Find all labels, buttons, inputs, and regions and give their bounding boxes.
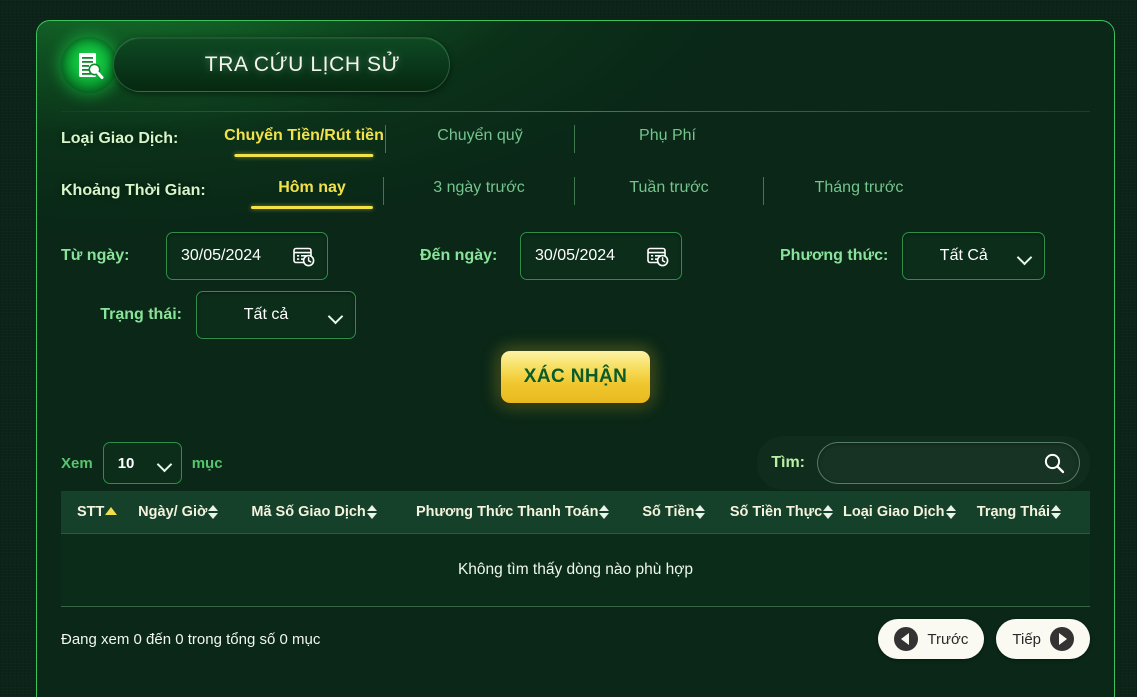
tab-chuyen-tien-rut-tien[interactable]: Chuyển Tiền/Rút tiền xyxy=(223,124,385,154)
col-so-tien-thuc[interactable]: Số Tiền Thực xyxy=(730,491,843,534)
col-ma-so-giao-dich-label: Mã Số Giao Dịch xyxy=(251,504,365,520)
sort-both-icon xyxy=(823,504,834,520)
transaction-type-row: Loại Giao Dịch: Chuyển Tiền/Rút tiền Chu… xyxy=(61,113,1090,165)
panel-header: TRA CỨU LỊCH SỬ xyxy=(37,21,1114,113)
page-length-suffix: mục xyxy=(192,455,223,472)
col-so-tien-label: Số Tiền xyxy=(642,504,694,520)
page-length-select[interactable]: 10 xyxy=(103,442,182,484)
search-control: Tìm: xyxy=(757,436,1090,490)
time-range-row: Khoảng Thời Gian: Hôm nay 3 ngày trước T… xyxy=(61,165,1090,217)
table-body: Không tìm thấy dòng nào phù hợp xyxy=(61,534,1090,607)
sort-both-icon xyxy=(367,504,378,520)
sort-both-icon xyxy=(1051,504,1062,520)
status-select[interactable]: Tất cả xyxy=(196,291,356,339)
page-length-prefix: Xem xyxy=(61,455,93,472)
page-title-text: TRA CỨU LỊCH SỬ xyxy=(163,53,400,77)
col-ngay-gio[interactable]: Ngày/ Giờ xyxy=(138,491,251,534)
next-page-label: Tiếp xyxy=(1012,631,1041,648)
search-input[interactable] xyxy=(832,455,1043,472)
history-lookup-panel: TRA CỨU LỊCH SỬ Loại Giao Dịch: Chuyển T… xyxy=(36,20,1115,697)
pagination-info: Đang xem 0 đến 0 trong tổng số 0 mục xyxy=(61,631,320,648)
tab-tuan-truoc[interactable]: Tuần trước xyxy=(575,176,763,206)
col-so-tien-thuc-label: Số Tiền Thực xyxy=(730,504,822,520)
from-date-value: 30/05/2024 xyxy=(181,247,261,265)
method-select[interactable]: Tất Cả xyxy=(902,232,1045,280)
calendar-clock-icon xyxy=(293,246,315,267)
to-date-value: 30/05/2024 xyxy=(535,247,615,265)
magnifier-icon[interactable] xyxy=(1043,452,1065,474)
col-loai-giao-dich-label: Loại Giao Dịch xyxy=(843,504,945,520)
transaction-type-tabs: Chuyển Tiền/Rút tiền Chuyển quỹ Phụ Phí xyxy=(223,124,760,154)
previous-page-button[interactable]: Trước xyxy=(878,619,984,659)
status-value: Tất cả xyxy=(197,306,321,324)
tab-hom-nay[interactable]: Hôm nay xyxy=(241,176,383,206)
method-value: Tất Cả xyxy=(903,247,1010,265)
date-filter-row: Từ ngày: 30/05/2024 Đến ngà xyxy=(61,225,1090,287)
page-length-control: Xem 10 mục xyxy=(61,442,223,484)
search-field[interactable] xyxy=(817,442,1080,484)
chevron-down-icon xyxy=(158,459,172,468)
calendar-clock-icon xyxy=(647,246,669,267)
previous-page-label: Trước xyxy=(927,631,968,648)
tab-thang-truoc[interactable]: Tháng trước xyxy=(764,176,954,206)
transaction-type-label: Loại Giao Dịch: xyxy=(61,130,223,148)
header-divider xyxy=(61,111,1090,112)
sort-ascending-icon xyxy=(105,504,117,520)
table-head: STT Ngày/ Giờ Mã Số Giao Dịch Phương Thứ… xyxy=(61,491,1090,534)
empty-message: Không tìm thấy dòng nào phù hợp xyxy=(61,534,1090,607)
col-so-tien[interactable]: Số Tiền xyxy=(642,491,729,534)
arrow-right-icon xyxy=(1050,627,1074,651)
results-table-wrap: STT Ngày/ Giờ Mã Số Giao Dịch Phương Thứ… xyxy=(37,491,1114,607)
sort-both-icon xyxy=(695,504,706,520)
table-footer: Đang xem 0 đến 0 trong tổng số 0 mục Trư… xyxy=(37,607,1114,671)
search-label: Tìm: xyxy=(771,454,805,472)
pagination-controls: Trước Tiếp xyxy=(878,619,1090,659)
status-filter-row: Trạng thái: Tất cả xyxy=(61,287,1090,343)
table-header-row: STT Ngày/ Giờ Mã Số Giao Dịch Phương Thứ… xyxy=(61,491,1090,534)
col-stt-label: STT xyxy=(77,504,104,520)
confirm-row: XÁC NHẬN xyxy=(61,351,1090,403)
chevron-down-icon xyxy=(1018,252,1032,261)
from-date-input[interactable]: 30/05/2024 xyxy=(166,232,328,280)
col-phuong-thuc-thanh-toan[interactable]: Phương Thức Thanh Toán xyxy=(416,491,642,534)
col-loai-giao-dich[interactable]: Loại Giao Dịch xyxy=(843,491,977,534)
sort-both-icon xyxy=(599,504,610,520)
col-trang-thai-label: Trạng Thái xyxy=(977,504,1050,520)
results-table: STT Ngày/ Giờ Mã Số Giao Dịch Phương Thứ… xyxy=(61,491,1090,607)
chevron-down-icon xyxy=(329,311,343,320)
tab-phu-phi[interactable]: Phụ Phí xyxy=(575,124,760,154)
next-page-button[interactable]: Tiếp xyxy=(996,619,1090,659)
to-date-input[interactable]: 30/05/2024 xyxy=(520,232,682,280)
tab-3-ngay-truoc[interactable]: 3 ngày trước xyxy=(384,176,574,206)
filters-section: Loại Giao Dịch: Chuyển Tiền/Rút tiền Chu… xyxy=(37,113,1114,403)
col-trang-thai[interactable]: Trạng Thái xyxy=(977,491,1090,534)
document-search-icon xyxy=(61,37,117,93)
time-range-label: Khoảng Thời Gian: xyxy=(61,182,241,200)
col-ngay-gio-label: Ngày/ Giờ xyxy=(138,504,207,520)
from-date-label: Từ ngày: xyxy=(61,247,166,265)
table-empty-row: Không tìm thấy dòng nào phù hợp xyxy=(61,534,1090,607)
page-length-value: 10 xyxy=(118,455,135,472)
col-phuong-thuc-thanh-toan-label: Phương Thức Thanh Toán xyxy=(416,504,598,520)
confirm-button[interactable]: XÁC NHẬN xyxy=(501,351,650,403)
col-ma-so-giao-dich[interactable]: Mã Số Giao Dịch xyxy=(251,491,416,534)
to-date-label: Đến ngày: xyxy=(420,247,520,265)
tab-chuyen-quy[interactable]: Chuyển quỹ xyxy=(386,124,574,154)
col-stt[interactable]: STT xyxy=(61,491,138,534)
sort-both-icon xyxy=(946,504,957,520)
page-title: TRA CỨU LỊCH SỬ xyxy=(113,37,450,92)
sort-both-icon xyxy=(208,504,219,520)
arrow-left-icon xyxy=(894,627,918,651)
time-range-tabs: Hôm nay 3 ngày trước Tuần trước Tháng tr… xyxy=(241,176,954,206)
method-label: Phương thức: xyxy=(780,247,888,265)
status-label: Trạng thái: xyxy=(61,306,196,324)
table-controls: Xem 10 mục Tìm: xyxy=(37,435,1114,491)
